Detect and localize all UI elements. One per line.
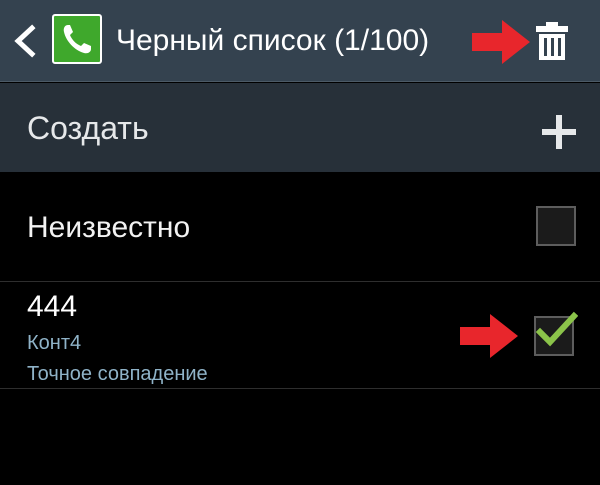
list-item-unknown[interactable]: Неизвестно [0, 172, 600, 282]
list-item[interactable]: 444 Конт4 Точное совпадение [0, 282, 600, 389]
create-row[interactable]: Создать [0, 83, 600, 172]
entry-contact-name: Конт4 [27, 332, 82, 354]
action-bar: Черный список (1/100) [0, 0, 600, 82]
entry-checkbox[interactable] [534, 311, 578, 356]
unknown-label: Неизвестно [27, 211, 191, 244]
entry-number: 444 [27, 290, 78, 323]
trash-icon[interactable] [534, 22, 570, 60]
checkmark-icon [535, 311, 578, 347]
unknown-checkbox[interactable] [536, 206, 576, 246]
entry-match-type: Точное совпадение [27, 363, 208, 385]
annotation-arrow-icon [472, 20, 530, 64]
plus-icon[interactable] [540, 113, 578, 151]
page-title: Черный список (1/100) [116, 24, 430, 57]
annotation-arrow-icon [460, 314, 518, 358]
create-label: Создать [27, 110, 149, 146]
phone-icon [52, 14, 102, 64]
chevron-left-icon[interactable] [10, 24, 40, 58]
